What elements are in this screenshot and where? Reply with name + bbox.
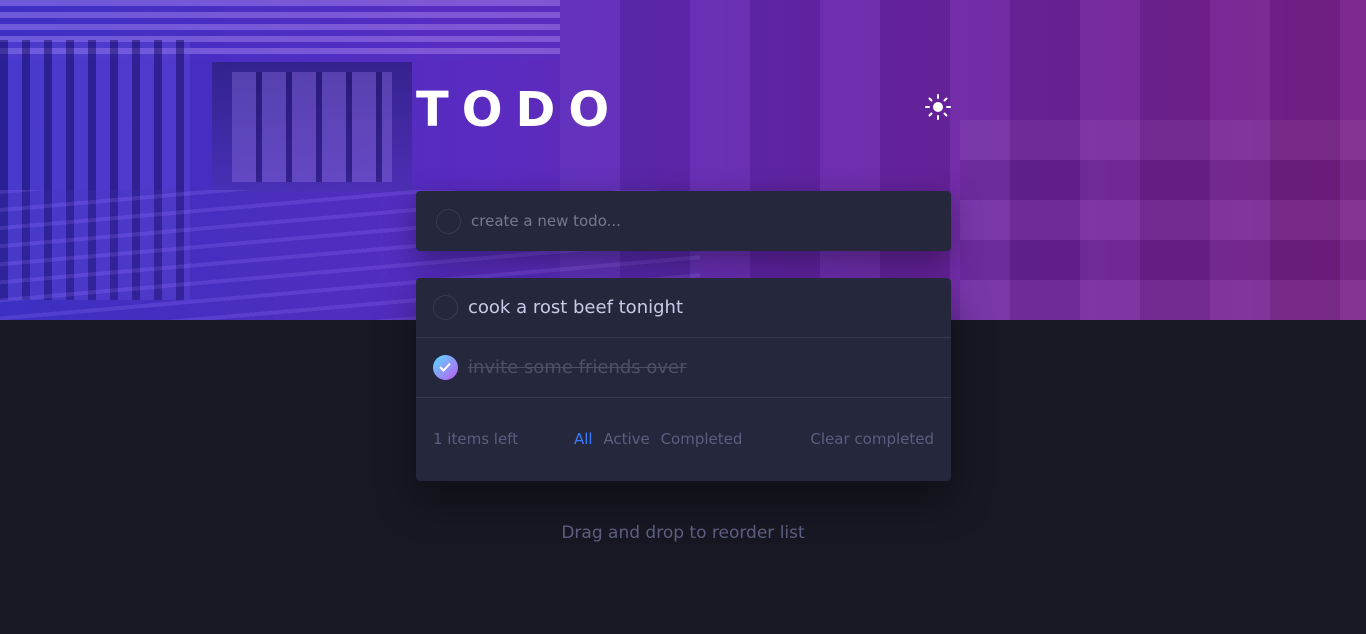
new-todo-input[interactable] bbox=[471, 205, 931, 237]
sun-icon[interactable] bbox=[925, 94, 951, 120]
filter-group: All Active Completed bbox=[574, 430, 748, 448]
reorder-hint: Drag and drop to reorder list bbox=[561, 523, 805, 543]
todo-text: invite some friends over bbox=[468, 357, 687, 378]
clear-completed-button[interactable]: Clear completed bbox=[810, 430, 934, 448]
todo-footer: 1 items left All Active Completed Clear … bbox=[416, 398, 951, 481]
filter-completed[interactable]: Completed bbox=[661, 430, 743, 448]
new-todo-circle[interactable] bbox=[436, 209, 461, 234]
todo-item[interactable]: invite some friends over bbox=[416, 338, 951, 398]
todo-list: cook a rost beef tonight invite some fri… bbox=[416, 278, 951, 481]
check-icon bbox=[439, 362, 451, 372]
hero-blocks-decoration bbox=[960, 120, 1366, 320]
todo-text: cook a rost beef tonight bbox=[468, 297, 683, 318]
hero-background bbox=[0, 0, 1366, 320]
filter-all[interactable]: All bbox=[574, 430, 593, 448]
todo-item[interactable]: cook a rost beef tonight bbox=[416, 278, 951, 338]
app-title: TODO bbox=[416, 82, 623, 138]
items-left-count: 1 items left bbox=[433, 430, 519, 448]
todo-checkbox-checked[interactable] bbox=[433, 355, 458, 380]
hero-doorway-decoration bbox=[212, 62, 412, 192]
app-header: TODO bbox=[416, 82, 951, 138]
new-todo-form bbox=[416, 191, 951, 251]
todo-checkbox[interactable] bbox=[433, 295, 458, 320]
filter-active[interactable]: Active bbox=[603, 430, 649, 448]
